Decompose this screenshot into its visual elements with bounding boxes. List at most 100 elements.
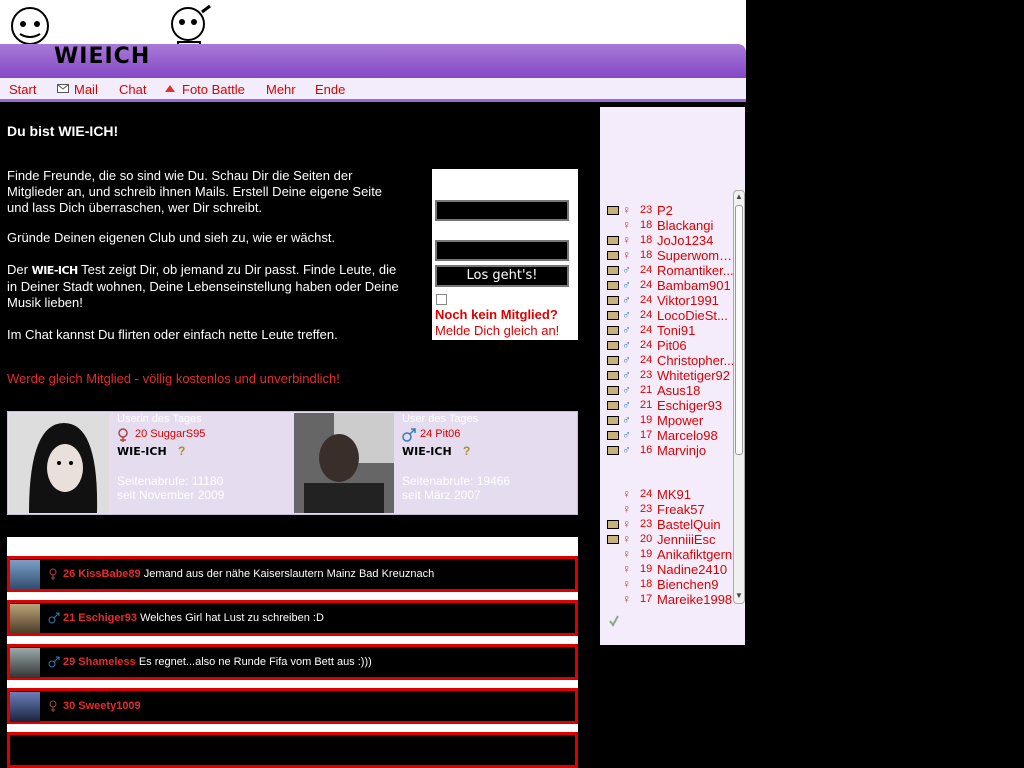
user-list-item[interactable]: ♂ 24 LocoDieSt... bbox=[607, 308, 736, 323]
user-list-item[interactable]: ♀ 17 Mareike1998 bbox=[607, 592, 736, 607]
scroll-up-icon[interactable]: ▲ bbox=[735, 192, 743, 202]
user-list-item[interactable]: ♀ 19 Nadine2410 bbox=[607, 562, 736, 577]
card-username[interactable]: 24 Pit06 bbox=[420, 428, 460, 440]
user-name[interactable]: Viktor1991 bbox=[657, 293, 736, 308]
male-icon: ♂ bbox=[622, 263, 631, 277]
post-user[interactable]: 21 Eschiger93 bbox=[63, 612, 137, 624]
user-name[interactable]: Christopher... bbox=[657, 353, 736, 368]
user-name[interactable]: Pit06 bbox=[657, 338, 736, 353]
question-icon[interactable]: ? bbox=[463, 444, 470, 458]
user-list-item[interactable]: ♀ 18 Bienchen9 bbox=[607, 577, 736, 592]
user-name[interactable]: MK91 bbox=[657, 487, 736, 502]
user-name[interactable]: Eschiger93 bbox=[657, 398, 736, 413]
nav-mail[interactable]: Mail bbox=[74, 82, 98, 97]
user-list-item[interactable]: ♀ 23 BastelQuin bbox=[607, 517, 736, 532]
user-name[interactable]: Toni91 bbox=[657, 323, 736, 338]
user-name[interactable]: Superwoma... bbox=[657, 248, 736, 263]
status-post[interactable]: 26 KissBabe89 Jemand aus der nähe Kaiser… bbox=[7, 556, 578, 592]
nav-ende[interactable]: Ende bbox=[315, 82, 345, 97]
user-name[interactable]: JoJo1234 bbox=[657, 233, 736, 248]
male-icon bbox=[48, 612, 60, 624]
user-list-item[interactable]: ♀ 23 Freak57 bbox=[607, 502, 736, 517]
sidebar-scrollbar[interactable]: ▲ ▼ bbox=[733, 190, 745, 604]
user-name[interactable]: Anikafiktgern bbox=[657, 547, 736, 562]
wie-ich-badge[interactable]: WIE-ICH bbox=[117, 445, 167, 458]
post-message: Jemand aus der nähe Kaiserslautern Mainz… bbox=[143, 568, 435, 580]
user-list-item[interactable]: ♀ 20 JenniiiEsc bbox=[607, 532, 736, 547]
user-name[interactable]: Freak57 bbox=[657, 502, 736, 517]
avatar[interactable] bbox=[10, 692, 40, 722]
nav-start[interactable]: Start bbox=[9, 82, 36, 97]
user-name[interactable]: Mpower bbox=[657, 413, 736, 428]
camera-icon bbox=[607, 416, 619, 425]
user-list-item[interactable]: ♂ 24 Christopher... bbox=[607, 353, 736, 368]
user-list-item[interactable]: ♀ 18 Superwoma... bbox=[607, 248, 736, 263]
status-post[interactable] bbox=[7, 732, 578, 768]
scroll-down-icon[interactable]: ▼ bbox=[735, 591, 743, 601]
user-list-item[interactable]: ♂ 24 Bambam901 bbox=[607, 278, 736, 293]
post-user[interactable]: 29 Shameless bbox=[63, 656, 136, 668]
password-input[interactable] bbox=[435, 240, 569, 261]
user-name[interactable]: Bienchen9 bbox=[657, 577, 736, 592]
user-name[interactable]: JenniiiEsc bbox=[657, 532, 736, 547]
avatar[interactable] bbox=[10, 560, 40, 590]
signup-link[interactable]: Werde gleich Mitglied - völlig kostenlos… bbox=[7, 371, 340, 386]
status-post[interactable]: 21 Eschiger93 Welches Girl hat Lust zu s… bbox=[7, 600, 578, 636]
userin-des-tages-card[interactable]: Userin des Tages 20 SuggarS95 WIE-ICH ? … bbox=[8, 412, 293, 514]
avatar[interactable] bbox=[10, 648, 40, 678]
user-age: 24 bbox=[640, 354, 653, 366]
user-list-item[interactable]: ♂ 16 Marvinjo bbox=[607, 443, 736, 458]
user-list-item[interactable]: ♀ 19 Anikafiktgern bbox=[607, 547, 736, 562]
user-list-item[interactable]: ♂ 24 Pit06 bbox=[607, 338, 736, 353]
user-photo[interactable] bbox=[294, 413, 394, 513]
user-name[interactable]: Nadine2410 bbox=[657, 562, 736, 577]
question-icon[interactable]: ? bbox=[178, 444, 185, 458]
online-sidebar: ♀ 23 P2 ♀ 18 Blackangi ♀ 18 JoJo1234 ♀ 18 Superwoma… bbox=[600, 107, 745, 645]
card-title: Userin des Tages bbox=[117, 413, 202, 425]
post-user[interactable]: 30 Sweety1009 bbox=[63, 700, 141, 712]
login-button[interactable]: Los geht's! bbox=[435, 265, 569, 287]
remember-checkbox[interactable] bbox=[436, 294, 447, 305]
user-age: 23 bbox=[640, 369, 653, 381]
username-input[interactable] bbox=[435, 200, 569, 221]
male-icon bbox=[48, 656, 60, 668]
user-name[interactable]: Blackangi bbox=[657, 218, 736, 233]
user-name[interactable]: Romantiker... bbox=[657, 263, 736, 278]
user-list-item[interactable]: ♂ 24 Viktor1991 bbox=[607, 293, 736, 308]
user-name[interactable]: Bambam901 bbox=[657, 278, 736, 293]
card-username[interactable]: 20 SuggarS95 bbox=[135, 428, 205, 440]
user-list-item[interactable]: ♂ 21 Eschiger93 bbox=[607, 398, 736, 413]
user-photo[interactable] bbox=[9, 413, 109, 513]
register-link[interactable]: Melde Dich gleich an! bbox=[435, 323, 559, 338]
user-list-item[interactable]: ♂ 23 Whitetiger92 bbox=[607, 368, 736, 383]
user-name[interactable]: LocoDieSt... bbox=[657, 308, 736, 323]
user-name[interactable]: BastelQuin bbox=[657, 517, 736, 532]
status-post[interactable]: 30 Sweety1009 bbox=[7, 688, 578, 724]
user-name[interactable]: Mareike1998 bbox=[657, 592, 736, 607]
site-logo[interactable]: WIEICH bbox=[54, 44, 150, 69]
wie-ich-badge[interactable]: WIE-ICH bbox=[402, 445, 452, 458]
user-list-item[interactable]: ♀ 18 Blackangi bbox=[607, 218, 736, 233]
user-list-item[interactable]: ♂ 19 Mpower bbox=[607, 413, 736, 428]
user-list-item[interactable]: ♀ 24 MK91 bbox=[607, 487, 736, 502]
user-list-item[interactable]: ♀ 18 JoJo1234 bbox=[607, 233, 736, 248]
user-list-item[interactable]: ♂ 24 Romantiker... bbox=[607, 263, 736, 278]
user-des-tages-card[interactable]: User des Tages 24 Pit06 WIE-ICH ? Seiten… bbox=[293, 412, 578, 514]
user-list-item[interactable]: ♀ 23 P2 bbox=[607, 203, 736, 218]
status-post[interactable]: 29 Shameless Es regnet...also ne Runde F… bbox=[7, 644, 578, 680]
user-name[interactable]: Marcelo98 bbox=[657, 428, 736, 443]
user-list-item[interactable]: ♂ 24 Toni91 bbox=[607, 323, 736, 338]
user-name[interactable]: Marvinjo bbox=[657, 443, 736, 458]
nav-chat[interactable]: Chat bbox=[119, 82, 146, 97]
user-list-item[interactable]: ♂ 21 Asus18 bbox=[607, 383, 736, 398]
nav-mehr[interactable]: Mehr bbox=[266, 82, 296, 97]
nav-foto-battle[interactable]: Foto Battle bbox=[182, 82, 245, 97]
post-user[interactable]: 26 KissBabe89 bbox=[63, 568, 141, 580]
user-list-item[interactable]: ♂ 17 Marcelo98 bbox=[607, 428, 736, 443]
user-name[interactable]: P2 bbox=[657, 203, 736, 218]
scroll-thumb[interactable] bbox=[735, 205, 743, 455]
user-name[interactable]: Whitetiger92 bbox=[657, 368, 736, 383]
avatar[interactable] bbox=[10, 604, 40, 634]
user-name[interactable]: Asus18 bbox=[657, 383, 736, 398]
user-age: 20 bbox=[640, 533, 653, 545]
